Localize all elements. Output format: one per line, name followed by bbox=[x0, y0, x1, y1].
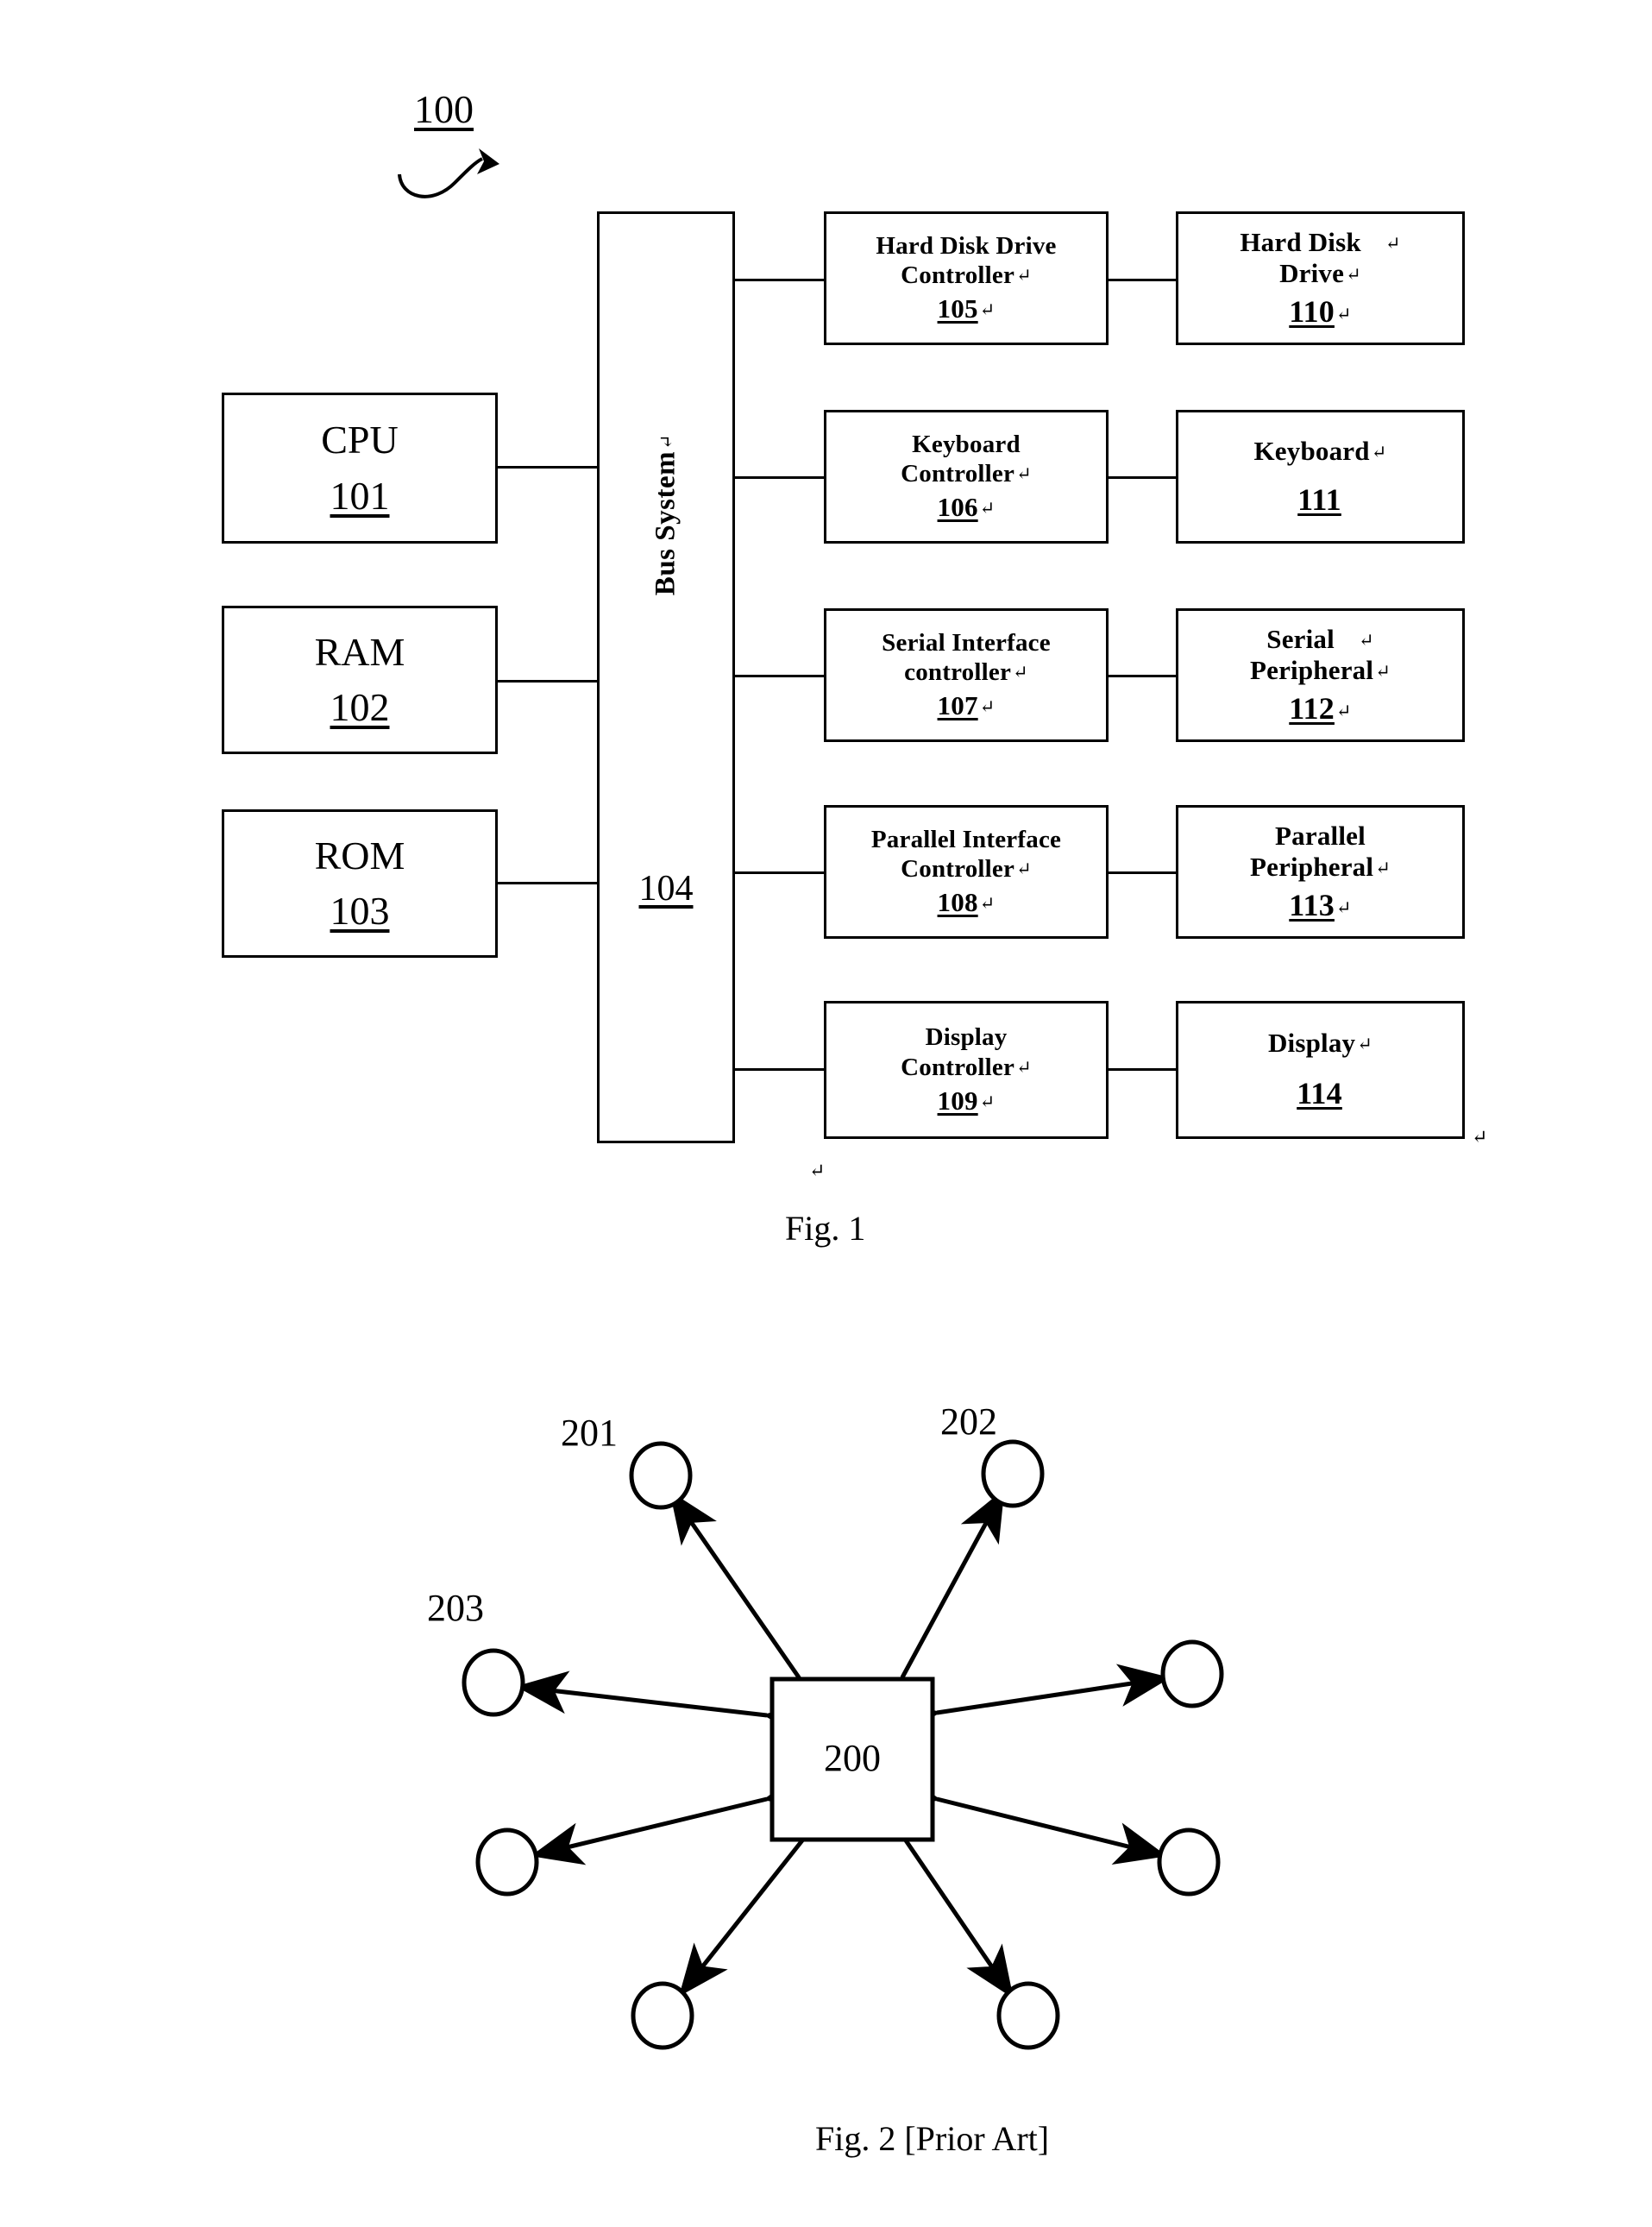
figure2-node-label-203: 203 bbox=[427, 1587, 484, 1629]
node-203-circle bbox=[462, 1648, 525, 1717]
node-202-circle bbox=[981, 1439, 1045, 1508]
figure2-node-label-202: 202 bbox=[940, 1400, 997, 1443]
link-center-node-bottom-left bbox=[678, 1790, 849, 1997]
link-center-node-right-upper bbox=[886, 1664, 1171, 1741]
node-201-circle bbox=[629, 1441, 693, 1510]
link-center-node-left-lower bbox=[531, 1766, 819, 1865]
link-center-node-bottom-right bbox=[861, 1789, 1014, 1999]
node-left-lower-circle bbox=[475, 1828, 539, 1897]
node-right-upper-circle bbox=[1160, 1639, 1224, 1708]
patent-drawing-sheet: 100 CPU 101 RAM 102 ROM 103 Bus System↵ bbox=[0, 0, 1652, 2227]
link-center-node-201 bbox=[669, 1490, 844, 1729]
link-center-node-right-lower bbox=[885, 1766, 1167, 1865]
figure2-center-label: 200 bbox=[824, 1737, 881, 1779]
node-bottom-right-circle bbox=[996, 1981, 1060, 2050]
figure2-graph bbox=[462, 1439, 1224, 2050]
link-center-node-203 bbox=[516, 1670, 817, 1743]
node-bottom-left-circle bbox=[631, 1981, 694, 2050]
node-right-lower-circle bbox=[1157, 1828, 1221, 1897]
figure2-caption: Fig. 2 [Prior Art] bbox=[815, 2119, 1050, 2158]
figure2-node-label-201: 201 bbox=[561, 1412, 618, 1454]
link-center-node-202 bbox=[860, 1488, 1005, 1730]
